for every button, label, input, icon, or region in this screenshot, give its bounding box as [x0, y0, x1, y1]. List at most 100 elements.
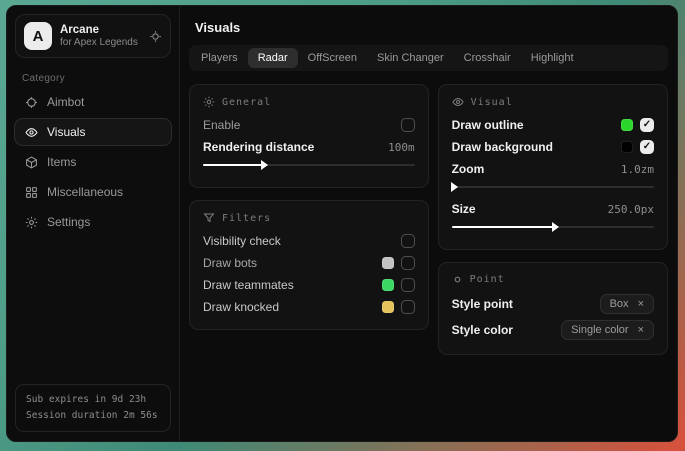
rendering-distance-slider[interactable] [203, 160, 415, 170]
enable-checkbox[interactable] [401, 118, 415, 132]
point-card: Point Style point Box × Style color Sing… [438, 262, 668, 355]
zoom-row: Zoom 1.0zm [452, 158, 654, 180]
draw-bots-checkbox[interactable] [401, 256, 415, 270]
eye-icon [24, 126, 38, 139]
point-dot-icon [452, 274, 463, 285]
sidebar-item-settings[interactable]: Settings [14, 208, 172, 236]
style-color-row: Style color Single color × [452, 317, 654, 343]
crosshair-icon [24, 96, 38, 109]
draw-background-label: Draw background [452, 140, 553, 154]
style-color-select[interactable]: Single color × [561, 320, 654, 340]
category-label: Category [22, 73, 179, 84]
tab-offscreen[interactable]: OffScreen [298, 48, 367, 68]
style-point-value: Box [610, 298, 629, 310]
style-point-label: Style point [452, 297, 513, 311]
rendering-distance-value: 100m [388, 141, 415, 154]
visibility-check-checkbox[interactable] [401, 234, 415, 248]
gear-icon[interactable] [149, 30, 162, 43]
app-window: A Arcane for Apex Legends Category Aimbo… [6, 5, 678, 442]
rendering-distance-row: Rendering distance 100m [203, 136, 415, 158]
slider-knob[interactable] [552, 222, 559, 232]
tab-crosshair[interactable]: Crosshair [454, 48, 521, 68]
sidebar-item-miscellaneous[interactable]: Miscellaneous [14, 178, 172, 206]
draw-outline-color-swatch[interactable] [621, 119, 633, 131]
rendering-distance-label: Rendering distance [203, 140, 314, 154]
draw-background-color-swatch[interactable] [621, 141, 633, 153]
size-slider[interactable] [452, 222, 654, 232]
enable-label: Enable [203, 118, 240, 132]
main-panel: Visuals Players Radar OffScreen Skin Cha… [180, 6, 677, 441]
sub-expires-text: Sub expires in 9d 23h [26, 392, 160, 408]
draw-knocked-row: Draw knocked [203, 296, 415, 318]
visibility-check-row: Visibility check [203, 230, 415, 252]
sidebar-item-label: Settings [47, 215, 90, 229]
eye-icon [452, 96, 464, 108]
size-label: Size [452, 202, 476, 216]
sidebar-nav: Aimbot Visuals Items Miscellaneous [14, 88, 172, 236]
draw-background-row: Draw background ✓ [452, 136, 654, 158]
general-gear-icon [203, 96, 215, 108]
content-grid: General Enable Rendering distance 100m [189, 84, 668, 355]
sidebar-item-items[interactable]: Items [14, 148, 172, 176]
tab-radar[interactable]: Radar [248, 48, 298, 68]
funnel-icon [203, 212, 215, 224]
style-color-label: Style color [452, 323, 513, 337]
settings-gear-icon [24, 216, 38, 229]
style-color-value: Single color [571, 324, 628, 336]
draw-outline-label: Draw outline [452, 118, 524, 132]
filters-card: Filters Visibility check Draw bots [189, 200, 429, 330]
general-title: General [222, 97, 271, 108]
sidebar-item-visuals[interactable]: Visuals [14, 118, 172, 146]
size-row: Size 250.0px [452, 198, 654, 220]
sidebar-item-label: Items [47, 155, 76, 169]
draw-teammates-label: Draw teammates [203, 278, 294, 292]
zoom-value: 1.0zm [621, 163, 654, 176]
visual-card: Visual Draw outline ✓ Draw background [438, 84, 668, 250]
visibility-check-label: Visibility check [203, 234, 281, 248]
brand-card: A Arcane for Apex Legends [15, 14, 171, 58]
draw-background-checkbox[interactable]: ✓ [640, 140, 654, 154]
enable-row: Enable [203, 114, 415, 136]
tab-players[interactable]: Players [191, 48, 248, 68]
style-point-row: Style point Box × [452, 291, 654, 317]
slider-knob[interactable] [451, 182, 458, 192]
draw-teammates-color-swatch[interactable] [382, 279, 394, 291]
sidebar-item-aimbot[interactable]: Aimbot [14, 88, 172, 116]
draw-outline-checkbox[interactable]: ✓ [640, 118, 654, 132]
draw-knocked-checkbox[interactable] [401, 300, 415, 314]
app-logo: A [24, 22, 52, 50]
draw-bots-label: Draw bots [203, 256, 257, 270]
grid-icon [24, 186, 38, 199]
draw-bots-color-swatch[interactable] [382, 257, 394, 269]
app-subtitle: for Apex Legends [60, 37, 141, 50]
tab-skin-changer[interactable]: Skin Changer [367, 48, 454, 68]
size-value: 250.0px [608, 203, 654, 216]
close-icon[interactable]: × [638, 298, 644, 310]
subscription-info: Sub expires in 9d 23h Session duration 2… [15, 384, 171, 432]
zoom-label: Zoom [452, 162, 485, 176]
general-card: General Enable Rendering distance 100m [189, 84, 429, 188]
filters-title: Filters [222, 213, 271, 224]
draw-teammates-checkbox[interactable] [401, 278, 415, 292]
sidebar: A Arcane for Apex Legends Category Aimbo… [7, 6, 180, 441]
app-name: Arcane [60, 23, 141, 37]
sidebar-item-label: Miscellaneous [47, 185, 123, 199]
sidebar-item-label: Aimbot [47, 95, 84, 109]
draw-bots-row: Draw bots [203, 252, 415, 274]
tab-bar: Players Radar OffScreen Skin Changer Cro… [189, 45, 668, 71]
draw-teammates-row: Draw teammates [203, 274, 415, 296]
sidebar-item-label: Visuals [47, 125, 85, 139]
draw-knocked-label: Draw knocked [203, 300, 279, 314]
draw-knocked-color-swatch[interactable] [382, 301, 394, 313]
zoom-slider[interactable] [452, 182, 654, 192]
point-title: Point [470, 274, 505, 285]
style-point-select[interactable]: Box × [600, 294, 654, 314]
tab-highlight[interactable]: Highlight [521, 48, 584, 68]
page-title: Visuals [195, 20, 677, 35]
draw-outline-row: Draw outline ✓ [452, 114, 654, 136]
session-duration-text: Session duration 2m 56s [26, 408, 160, 424]
visual-title: Visual [471, 97, 513, 108]
slider-knob[interactable] [261, 160, 268, 170]
cube-icon [24, 156, 38, 169]
close-icon[interactable]: × [638, 324, 644, 336]
